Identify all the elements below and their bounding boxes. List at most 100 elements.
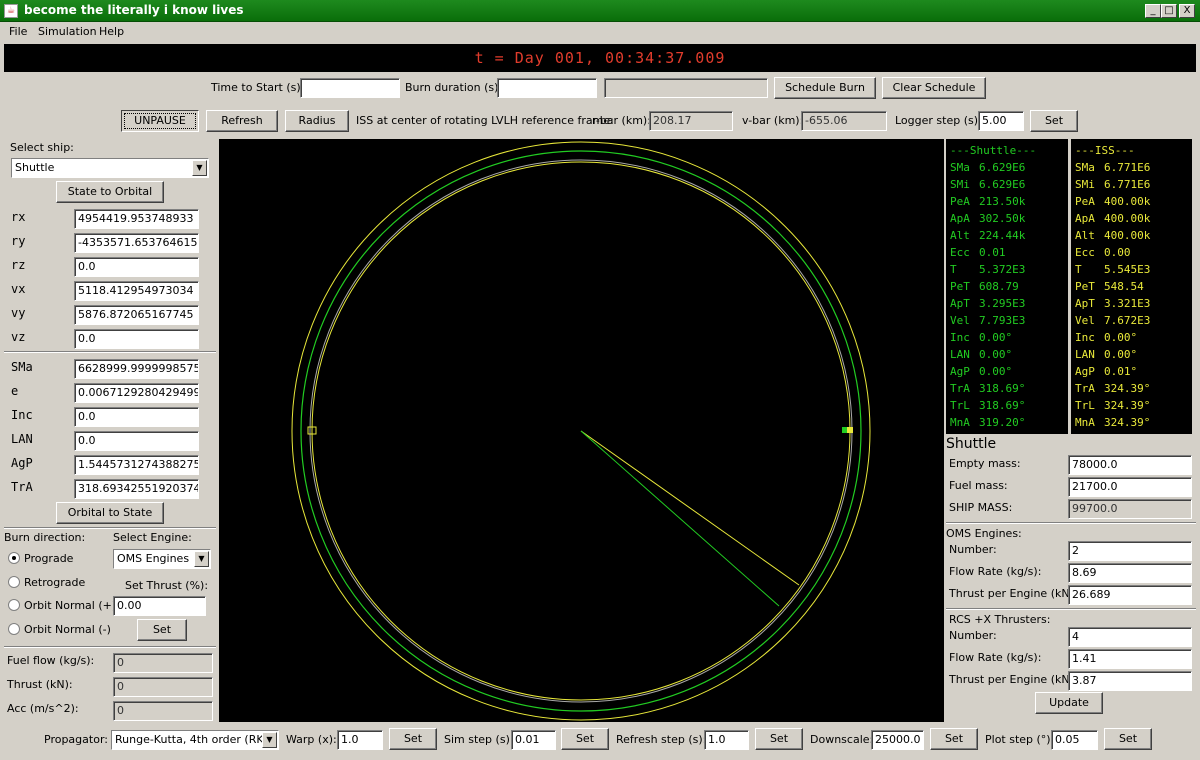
ship-select[interactable]: Shuttle ▼ xyxy=(11,158,209,178)
orbit-plot-canvas[interactable] xyxy=(219,139,944,722)
oms-thrust-input[interactable]: 26.689 xyxy=(1068,585,1192,605)
state-field-input[interactable]: 5118.412954973034 xyxy=(74,281,199,301)
iss-telemetry-header: ---ISS--- xyxy=(1075,144,1135,157)
rcs-number-input[interactable]: 4 xyxy=(1068,627,1192,647)
orbital-field-input[interactable]: 0.0 xyxy=(74,431,199,451)
minimize-button[interactable]: _ xyxy=(1145,4,1161,18)
divider xyxy=(4,646,216,648)
iss-telemetry-key: ApA xyxy=(1075,212,1095,225)
thrust-percent-input[interactable]: 0.00 xyxy=(113,596,206,616)
orbital-field-input[interactable]: 318.69342551920374 xyxy=(74,479,199,499)
plot-step-input[interactable]: 0.05 xyxy=(1051,730,1098,750)
chevron-down-icon[interactable]: ▼ xyxy=(192,160,207,176)
refresh-button[interactable]: Refresh xyxy=(206,110,278,132)
iss-telemetry-value: 5.545E3 xyxy=(1104,263,1151,276)
iss-telemetry-value: 400.00k xyxy=(1104,229,1151,242)
menu-file[interactable]: File xyxy=(9,25,27,38)
orbital-field-input[interactable]: 6628999.9999998575 xyxy=(74,359,199,379)
orbit-normal-minus-radio[interactable] xyxy=(8,623,20,635)
menu-bar xyxy=(0,22,1200,42)
shuttle-telemetry-value: 5.372E3 xyxy=(979,263,1026,276)
chevron-down-icon[interactable]: ▼ xyxy=(262,732,277,748)
clear-schedule-button[interactable]: Clear Schedule xyxy=(882,77,986,99)
iss-telemetry-panel: ---ISS--- SMa 6.771E6 SMi 6.771E6 PeA 400.00k… xyxy=(1071,139,1192,434)
state-field-input[interactable]: 0.0 xyxy=(74,329,199,349)
radius-button[interactable]: Radius xyxy=(285,110,349,132)
oms-thrust-label: Thrust per Engine (kN): xyxy=(949,587,1078,600)
menu-simulation[interactable]: Simulation xyxy=(38,25,97,38)
oms-number-label: Number: xyxy=(949,543,997,556)
set-thrust-label: Set Thrust (%): xyxy=(125,579,209,592)
iss-telemetry-value: 6.771E6 xyxy=(1104,161,1151,174)
fuel-mass-input[interactable]: 21700.0 xyxy=(1068,477,1192,497)
prograde-radio[interactable] xyxy=(8,552,20,564)
orbital-to-state-button[interactable]: Orbital to State xyxy=(56,502,164,524)
prograde-label: Prograde xyxy=(24,552,74,565)
rcs-thrust-input[interactable]: 3.87 xyxy=(1068,671,1192,691)
rcs-flow-input[interactable]: 1.41 xyxy=(1068,649,1192,669)
logger-set-button[interactable]: Set xyxy=(1030,110,1078,132)
oms-number-input[interactable]: 2 xyxy=(1068,541,1192,561)
sim-step-set-button[interactable]: Set xyxy=(561,728,609,750)
iss-telemetry-key: SMa xyxy=(1075,161,1095,174)
thrust-set-button[interactable]: Set xyxy=(137,619,187,641)
state-field-input[interactable]: 0.0 xyxy=(74,257,199,277)
java-app-icon: ☕ xyxy=(4,4,18,18)
oms-flow-input[interactable]: 8.69 xyxy=(1068,563,1192,583)
retrograde-label: Retrograde xyxy=(24,576,86,589)
iss-telemetry-value: 548.54 xyxy=(1104,280,1144,293)
schedule-burn-button[interactable]: Schedule Burn xyxy=(774,77,876,99)
state-to-orbital-button[interactable]: State to Orbital xyxy=(56,181,164,203)
chevron-down-icon[interactable]: ▼ xyxy=(194,551,209,567)
engine-select[interactable]: OMS Engines ▼ xyxy=(113,549,211,569)
iss-telemetry-value: 3.321E3 xyxy=(1104,297,1151,310)
divider xyxy=(946,522,1196,524)
refresh-step-input[interactable]: 1.0 xyxy=(704,730,749,750)
empty-mass-input[interactable]: 78000.0 xyxy=(1068,455,1192,475)
ship-mass-label: SHIP MASS: xyxy=(949,501,1013,514)
close-button[interactable]: X xyxy=(1179,4,1195,18)
iss-telemetry-value: 400.00k xyxy=(1104,195,1151,208)
maximize-button[interactable]: □ xyxy=(1161,4,1177,18)
refresh-step-set-button[interactable]: Set xyxy=(755,728,803,750)
orbital-field-input[interactable]: 0.0 xyxy=(74,407,199,427)
warp-set-button[interactable]: Set xyxy=(389,728,437,750)
state-field-input[interactable]: -4353571.653764615 xyxy=(74,233,199,253)
propagator-select[interactable]: Runge-Kutta, 4th order (RK4) ▼ xyxy=(111,730,279,750)
orbital-field-input[interactable]: 0.006712928042949984 xyxy=(74,383,199,403)
orbit-plot-svg xyxy=(291,141,871,721)
burn-duration-label: Burn duration (s): xyxy=(405,81,503,94)
menu-help[interactable]: Help xyxy=(99,25,124,38)
warp-input[interactable]: 1.0 xyxy=(337,730,383,750)
state-field-label: vz xyxy=(11,330,26,344)
orbit-normal-minus-label: Orbit Normal (-) xyxy=(24,623,111,636)
downscale-set-button[interactable]: Set xyxy=(930,728,978,750)
ship-title: Shuttle xyxy=(946,436,997,452)
shuttle-telemetry-key: Ecc xyxy=(950,246,970,259)
sim-step-input[interactable]: 0.01 xyxy=(511,730,556,750)
fuel-flow-label: Fuel flow (kg/s): xyxy=(7,654,95,667)
shuttle-telemetry-value: 318.69° xyxy=(979,382,1026,395)
orbital-field-input[interactable]: 1.5445731274388275E-1 xyxy=(74,455,199,475)
window-title: become the literally i know lives xyxy=(24,3,244,17)
plot-step-set-button[interactable]: Set xyxy=(1104,728,1152,750)
retrograde-radio[interactable] xyxy=(8,576,20,588)
logger-step-input[interactable]: 5.00 xyxy=(978,111,1024,131)
engine-select-value: OMS Engines xyxy=(117,552,190,565)
shuttle-telemetry-key: Vel xyxy=(950,314,970,327)
shuttle-telemetry-key: SMi xyxy=(950,178,970,191)
shuttle-telemetry-value: 6.629E6 xyxy=(979,178,1026,191)
unpause-button[interactable]: UNPAUSE xyxy=(121,110,199,132)
shuttle-telemetry-panel: ---Shuttle--- SMa 6.629E6 SMi 6.629E6 PeA 213… xyxy=(946,139,1068,434)
iss-telemetry-key: AgP xyxy=(1075,365,1095,378)
state-field-label: ry xyxy=(11,234,26,248)
time-to-start-input[interactable] xyxy=(300,78,400,98)
state-field-input[interactable]: 5876.872065167745 xyxy=(74,305,199,325)
orbit-normal-plus-radio[interactable] xyxy=(8,599,20,611)
downscale-input[interactable]: 25000.0 xyxy=(871,730,924,750)
burn-duration-input[interactable] xyxy=(497,78,597,98)
iss-telemetry-value: 0.00 xyxy=(1104,246,1131,259)
state-field-input[interactable]: 4954419.953748933 xyxy=(74,209,199,229)
update-button[interactable]: Update xyxy=(1035,692,1103,714)
select-engine-label: Select Engine: xyxy=(113,531,192,544)
